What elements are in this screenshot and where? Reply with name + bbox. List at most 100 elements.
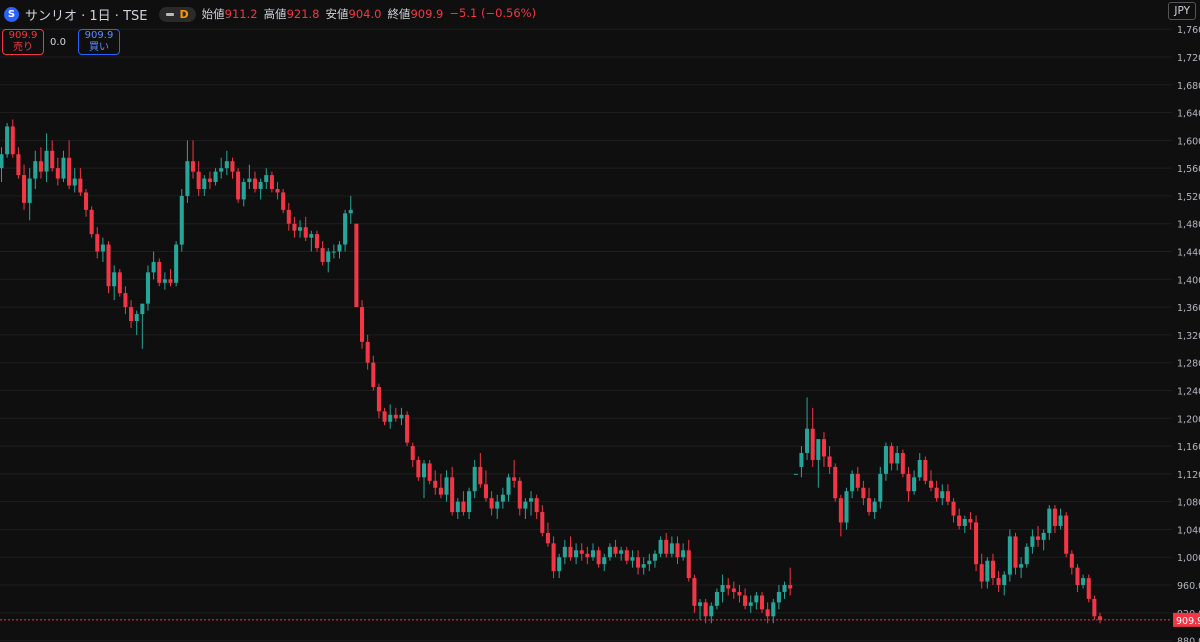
candle-body xyxy=(427,463,432,481)
candle-body xyxy=(38,161,43,172)
candle xyxy=(230,157,235,179)
candle-body xyxy=(590,550,596,558)
symbol-logo-icon[interactable]: S xyxy=(4,6,19,22)
ohlc-values: 始値911.2 高値921.8 安値904.0 終値909.9 −5.1 (−0… xyxy=(202,6,536,22)
candle xyxy=(652,550,657,568)
candle-body xyxy=(213,171,218,183)
candle xyxy=(1013,532,1018,575)
price-tick-label: 1,680.0 xyxy=(1177,81,1200,92)
candle xyxy=(236,168,241,203)
price-tick-label: 1,720.0 xyxy=(1177,53,1200,64)
candle xyxy=(393,407,398,422)
candle xyxy=(495,494,500,520)
candle xyxy=(833,463,838,502)
candle xyxy=(461,491,466,516)
candle-body xyxy=(827,456,832,467)
price-axis[interactable]: 880.0920.0960.01,000.01,040.01,080.01,12… xyxy=(1172,0,1200,642)
candle xyxy=(281,188,286,214)
candle-body xyxy=(759,595,765,610)
candle xyxy=(630,550,635,568)
candle xyxy=(50,140,55,172)
candle xyxy=(117,268,122,297)
candle-body xyxy=(529,498,534,502)
candle xyxy=(838,494,843,537)
candle-body xyxy=(624,550,629,561)
candle-body xyxy=(44,150,49,172)
candle-body xyxy=(252,178,258,189)
candle-body xyxy=(641,564,646,568)
candle-body xyxy=(810,428,815,460)
candle xyxy=(360,300,365,349)
candle xyxy=(681,543,686,561)
candle-body xyxy=(957,515,962,526)
candle xyxy=(151,251,156,280)
candle-body xyxy=(269,175,274,189)
candle-body xyxy=(833,466,838,499)
candle xyxy=(1058,508,1063,530)
candle-body xyxy=(275,188,280,193)
candle xyxy=(309,230,314,252)
interval-badge[interactable]: D xyxy=(159,6,196,22)
candle xyxy=(534,494,539,520)
candle xyxy=(112,265,117,301)
candle-body xyxy=(844,491,849,523)
chart-canvas[interactable]: 880.0920.0960.01,000.01,040.01,080.01,12… xyxy=(0,0,1200,642)
candle-body xyxy=(596,550,601,565)
sell-button[interactable]: 909.9 売り xyxy=(2,29,44,55)
candle-body xyxy=(1064,515,1069,554)
candle-body xyxy=(861,487,866,499)
candle-body xyxy=(303,227,308,238)
price-tick-label: 1,280.0 xyxy=(1177,359,1200,370)
candle xyxy=(1097,612,1103,624)
candle-body xyxy=(292,223,297,231)
candle xyxy=(22,164,27,210)
candle-body xyxy=(1069,553,1074,568)
candle xyxy=(743,588,748,610)
candle xyxy=(636,550,641,575)
symbol-title[interactable]: サンリオ · 1日 · TSE xyxy=(25,5,147,24)
candle-body xyxy=(438,487,443,495)
candle xyxy=(1052,505,1057,533)
candle xyxy=(585,546,590,565)
candle xyxy=(196,161,201,196)
candle-body xyxy=(731,588,736,592)
candle-body xyxy=(207,178,212,183)
candle xyxy=(162,272,167,290)
currency-selector[interactable]: JPY xyxy=(1168,2,1196,20)
candle xyxy=(264,168,269,189)
candle xyxy=(376,383,381,419)
price-tick-label: 1,200.0 xyxy=(1177,414,1200,425)
candle-body xyxy=(117,272,122,294)
candle-body xyxy=(675,543,680,558)
candle xyxy=(923,456,928,485)
candle xyxy=(89,206,94,238)
low-value: 904.0 xyxy=(348,7,382,21)
candle xyxy=(906,466,911,502)
candle xyxy=(438,473,443,499)
candle xyxy=(72,168,77,193)
candle xyxy=(202,175,207,196)
candle xyxy=(568,536,573,561)
candle-body xyxy=(906,473,911,492)
candle-body xyxy=(405,414,410,443)
candle-body xyxy=(748,602,753,606)
candle-body xyxy=(0,154,4,169)
candle xyxy=(489,491,494,516)
buy-button[interactable]: 909.9 買い xyxy=(78,29,120,55)
candle xyxy=(602,553,607,572)
candle-body xyxy=(89,209,94,235)
close-value: 909.9 xyxy=(410,7,444,21)
candle-body xyxy=(202,178,207,189)
candle xyxy=(219,157,224,179)
candle-body xyxy=(16,154,21,176)
candle-body xyxy=(686,550,691,579)
candle-body xyxy=(140,303,145,315)
candle xyxy=(145,265,150,311)
candle xyxy=(421,459,427,499)
candle-body xyxy=(433,480,438,488)
candle xyxy=(213,168,218,186)
minus-icon xyxy=(166,12,175,16)
candle xyxy=(748,595,753,613)
open-label: 始値 xyxy=(201,7,225,21)
candle xyxy=(990,553,995,586)
